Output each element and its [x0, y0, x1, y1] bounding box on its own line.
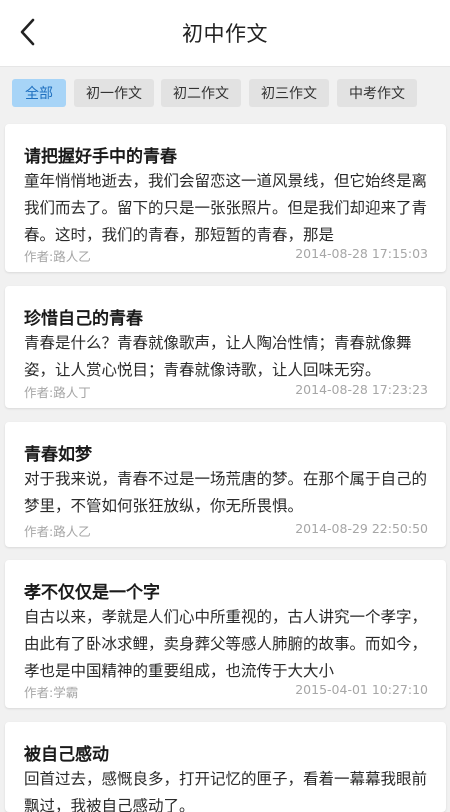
article-meta: 作者:路人乙 2014-08-28 17:15:03 — [24, 246, 428, 264]
article-card[interactable]: 青春如梦 对于我来说，青春不过是一场荒唐的梦。在那个属于自己的梦里，不管如何张狂… — [5, 422, 446, 547]
article-meta: 作者:路人乙 2014-08-29 22:50:50 — [24, 521, 428, 539]
article-meta: 作者:学霸 2015-04-01 10:27:10 — [24, 682, 428, 700]
article-excerpt: 对于我来说，青春不过是一场荒唐的梦。在那个属于自己的梦里，不管如何张狂放纵，你无… — [24, 470, 428, 515]
article-date: 2014-08-29 22:50:50 — [295, 521, 428, 536]
category-tabs: 全部 初一作文 初二作文 初三作文 中考作文 — [0, 67, 450, 117]
article-date: 2015-04-01 10:27:10 — [295, 682, 428, 697]
article-card[interactable]: 珍惜自己的青春 青春是什么？青春就像歌声，让人陶冶性情；青春就像舞姿，让人赏心悦… — [5, 286, 446, 408]
article-author: 作者:路人丁 — [24, 385, 91, 400]
tab-grade-2[interactable]: 初二作文 — [161, 79, 241, 107]
article-date: 2014-08-28 17:23:23 — [295, 382, 428, 397]
page-title: 初中作文 — [182, 22, 268, 46]
article-title: 青春如梦 — [24, 445, 92, 465]
article-title: 被自己感动 — [24, 745, 109, 765]
article-author: 作者:路人乙 — [24, 249, 91, 264]
article-title: 珍惜自己的青春 — [24, 309, 143, 329]
article-card[interactable]: 被自己感动 回首过去，感慨良多，打开记忆的匣子，看着一幕幕我眼前飘过，我被自己感… — [5, 722, 446, 812]
article-excerpt: 青春是什么？青春就像歌声，让人陶冶性情；青春就像舞姿，让人赏心悦目；青春就像诗歌… — [24, 334, 412, 379]
article-card[interactable]: 孝不仅仅是一个字 自古以来，孝就是人们心中所重视的，古人讲究一个孝字，由此有了卧… — [5, 560, 446, 708]
article-excerpt: 童年悄悄地逝去，我们会留恋这一道风景线，但它始终是离我们而去了。留下的只是一张张… — [24, 172, 428, 244]
tab-zhongkao[interactable]: 中考作文 — [337, 79, 417, 107]
article-meta: 作者:路人丁 2014-08-28 17:23:23 — [24, 382, 428, 400]
tab-grade-3[interactable]: 初三作文 — [249, 79, 329, 107]
tab-all[interactable]: 全部 — [12, 79, 66, 107]
article-author: 作者:路人乙 — [24, 524, 91, 539]
article-excerpt: 回首过去，感慨良多，打开记忆的匣子，看着一幕幕我眼前飘过，我被自己感动了。 — [24, 770, 428, 812]
article-title: 孝不仅仅是一个字 — [24, 583, 160, 603]
tab-grade-1[interactable]: 初一作文 — [74, 79, 154, 107]
app-header: 初中作文 — [0, 0, 450, 67]
article-excerpt: 自古以来，孝就是人们心中所重视的，古人讲究一个孝字，由此有了卧冰求鲤，卖身葬父等… — [24, 608, 428, 680]
article-card[interactable]: 请把握好手中的青春 童年悄悄地逝去，我们会留恋这一道风景线，但它始终是离我们而去… — [5, 124, 446, 272]
article-author: 作者:学霸 — [24, 685, 79, 700]
article-title: 请把握好手中的青春 — [24, 147, 177, 167]
article-date: 2014-08-28 17:15:03 — [295, 246, 428, 261]
